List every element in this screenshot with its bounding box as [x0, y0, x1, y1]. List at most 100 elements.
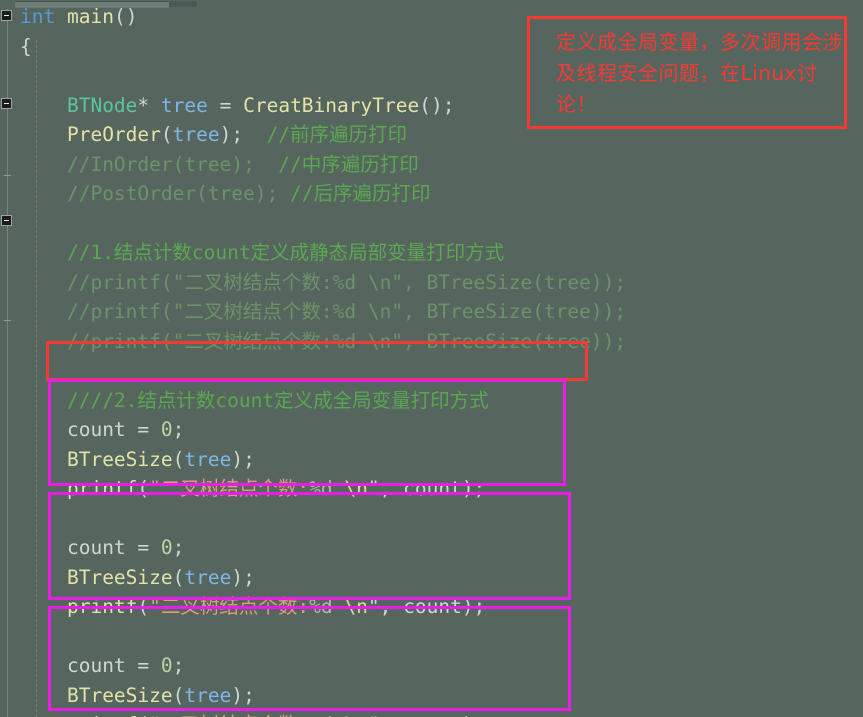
code-line[interactable] — [15, 356, 863, 386]
code-token-plain: = — [125, 536, 161, 559]
code-token-var: tree — [172, 123, 220, 146]
code-token-plain: ); — [231, 565, 255, 589]
gutter-divider-line — [7, 9, 8, 717]
code-token-esc: \n — [344, 477, 368, 500]
code-token-strdim: %d — [309, 713, 332, 717]
code-token-str — [333, 713, 345, 717]
code-token-num: 0 — [160, 536, 173, 559]
code-token-plain: ( — [160, 123, 173, 146]
code-token-plain: ); — [461, 595, 486, 618]
code-token-fn: PreOrder — [66, 123, 161, 146]
code-token-esc: \n — [344, 595, 368, 618]
annotation-note-red: 定义成全局变量，多次调用会涉及线程安全问题，在Linux讨论！ — [527, 16, 847, 129]
code-token-plain: ( — [137, 595, 150, 618]
code-token-plain: ", — [367, 595, 404, 618]
code-line[interactable]: //printf("二叉树结点个数:%d \n", BTreeSize(tree… — [15, 327, 863, 357]
code-line[interactable]: ////2.结点计数count定义成全局变量打印方式 — [15, 386, 863, 416]
code-line[interactable]: //InOrder(tree); //中序遍历打印 — [15, 150, 863, 180]
code-token-cmtdim: //InOrder(tree); — [66, 152, 279, 176]
code-line[interactable]: printf("二叉树结点个数:%d \n", count); — [15, 592, 863, 622]
code-line[interactable]: BTreeSize(tree); — [15, 563, 863, 593]
code-line[interactable]: BTreeSize(tree); — [15, 445, 863, 475]
code-token-plain: = — [207, 93, 244, 117]
code-line[interactable]: printf("二叉树结点个数:%d \n", count); — [15, 710, 863, 717]
code-token-plain: ; — [172, 418, 185, 441]
code-token-str — [333, 477, 345, 500]
code-token-plain: ", — [367, 477, 404, 500]
code-token-var: tree — [160, 93, 208, 117]
code-line[interactable]: count = 0; — [15, 415, 863, 445]
fold-marker-main-icon[interactable] — [1, 10, 12, 21]
code-line[interactable]: printf("二叉树结点个数:%d \n", count); — [15, 474, 863, 504]
code-editor[interactable]: int main() { BTNode* tree = CreatBinaryTr… — [0, 0, 863, 717]
code-token-plain: ); — [231, 447, 255, 471]
code-token-type: BTNode — [66, 93, 138, 117]
editor-gutter[interactable] — [0, 0, 15, 717]
code-token-fn: BTreeSize — [66, 565, 173, 589]
code-token-plain: = — [125, 418, 161, 441]
code-token-plain: ); — [461, 477, 486, 500]
code-token-fn: printf — [67, 713, 137, 717]
code-token-plain: count — [403, 595, 462, 618]
code-token-strdim: %d — [309, 595, 333, 618]
code-token-cmt: //中序遍历打印 — [278, 152, 419, 176]
code-token-var: tree — [184, 565, 232, 589]
code-line[interactable]: //PostOrder(tree); //后序遍历打印 — [15, 179, 863, 209]
code-token-fn: CreatBinaryTree — [243, 93, 420, 117]
code-token-cmtdim: //printf("二叉树结点个数:%d \n", BTreeSize(tree… — [66, 329, 627, 353]
code-token-str — [333, 595, 345, 618]
code-line[interactable]: BTreeSize(tree); — [15, 681, 863, 711]
code-token-plain: count — [66, 418, 126, 441]
code-token-fn: printf — [66, 477, 138, 500]
code-token-cmt: //1.结点计数count定义成静态局部变量打印方式 — [66, 241, 505, 264]
code-token-esc: \n — [344, 713, 367, 717]
code-token-cmt: //后序遍历打印 — [290, 182, 431, 205]
fold-range-tick-2 — [4, 320, 11, 321]
code-token-plain: () — [113, 5, 138, 28]
code-token-fn: main — [66, 5, 114, 28]
code-token-num: 0 — [160, 418, 173, 441]
code-token-fn: BTreeSize — [66, 683, 173, 707]
code-token-plain: ); — [219, 123, 267, 146]
code-token-plain: count — [403, 713, 462, 717]
code-token-num: 0 — [160, 654, 173, 677]
code-line[interactable]: //printf("二叉树结点个数:%d \n", BTreeSize(tree… — [15, 297, 863, 327]
code-token-plain: { — [20, 34, 32, 58]
code-token-str: "二叉树结点个数: — [149, 595, 310, 618]
code-line[interactable]: //printf("二叉树结点个数:%d \n", BTreeSize(tree… — [15, 268, 863, 298]
code-line[interactable] — [15, 622, 863, 652]
code-token-plain: count — [403, 477, 462, 500]
code-line[interactable] — [15, 209, 863, 239]
code-token-str: "二叉树结点个数: — [149, 713, 309, 717]
code-line[interactable]: count = 0; — [15, 651, 863, 681]
code-line[interactable]: //1.结点计数count定义成静态局部变量打印方式 — [15, 238, 863, 268]
fold-range-tick-1 — [4, 175, 11, 176]
code-line[interactable] — [15, 504, 863, 534]
fold-marker-block-icon[interactable] — [1, 215, 12, 226]
code-token-var: tree — [184, 683, 232, 707]
code-token-plain: (); — [419, 93, 455, 117]
fold-marker-inner-icon[interactable] — [1, 98, 12, 109]
code-token-fn: BTreeSize — [66, 447, 173, 471]
code-token-cmtdim: //printf("二叉树结点个数:%d \n", BTreeSize(tree… — [66, 300, 627, 323]
code-token-plain: ; — [172, 654, 185, 677]
code-line[interactable]: count = 0; — [15, 533, 863, 563]
